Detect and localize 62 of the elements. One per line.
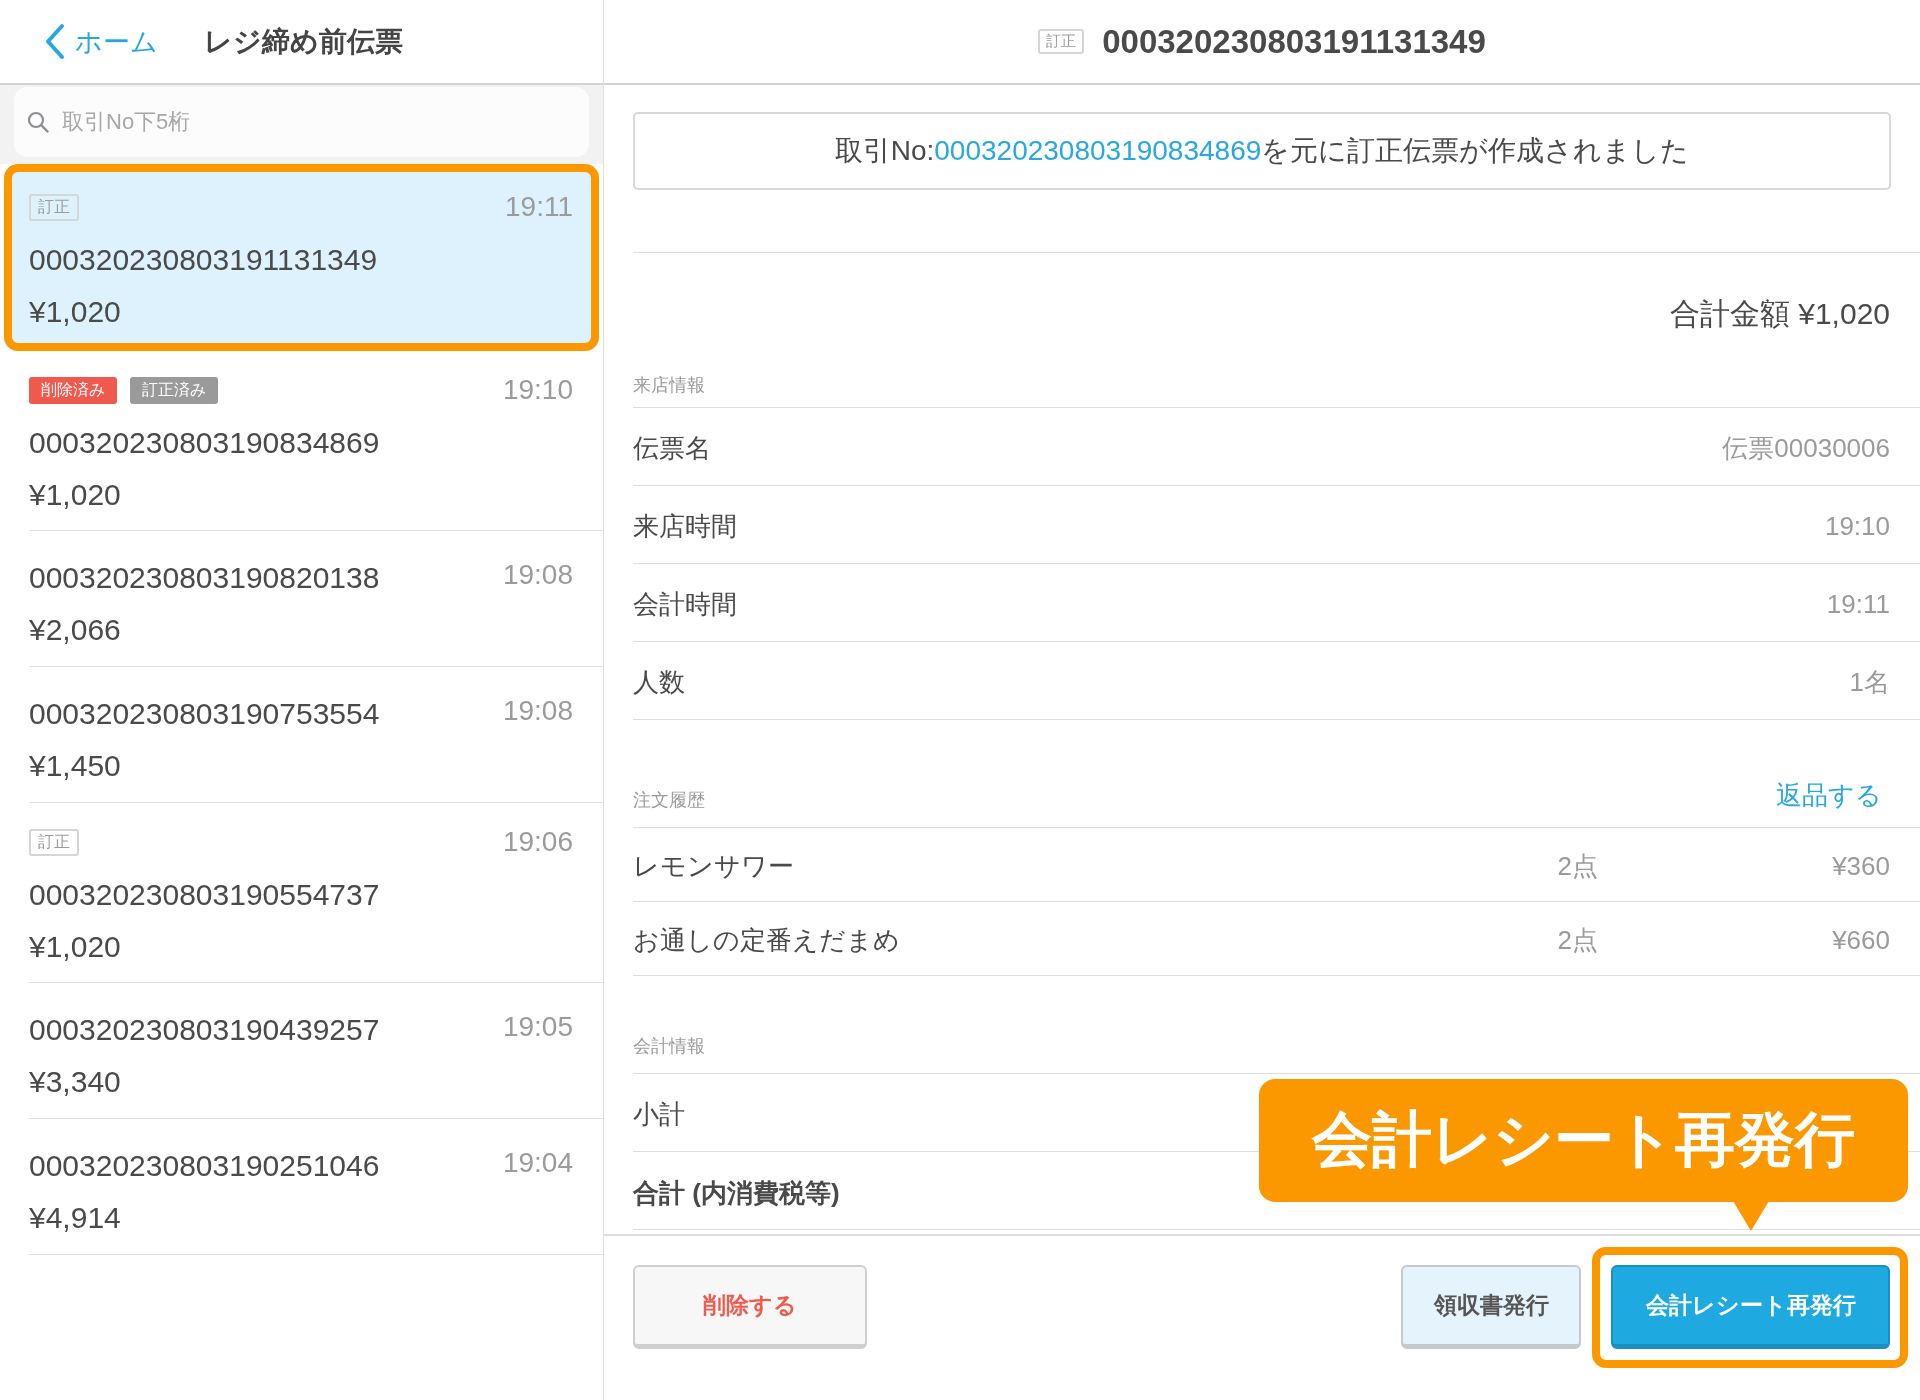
transaction-time: 19:08 — [502, 558, 573, 592]
field-label: 人数 — [633, 666, 685, 699]
transaction-amount: ¥1,020 — [29, 478, 121, 511]
correction-tag: 訂正 — [1038, 29, 1085, 54]
section-heading: 会計情報 — [633, 1035, 705, 1058]
field-label: 伝票名 — [633, 432, 711, 465]
item-quantity: 2点 — [1557, 850, 1598, 883]
status-tag: 訂正済み — [130, 376, 218, 404]
item-quantity: 2点 — [1557, 924, 1598, 957]
transaction-time: 19:11 — [505, 191, 573, 223]
action-button[interactable]: 領収書発行 — [1401, 1265, 1581, 1349]
callout: 会計レシート再発行 — [1259, 1079, 1908, 1202]
transaction-time: 19:08 — [502, 694, 573, 728]
field-label: 小計 — [633, 1098, 685, 1131]
item-price: ¥360 — [1832, 851, 1890, 882]
search-icon — [27, 111, 49, 133]
chevron-left-icon — [44, 23, 65, 60]
field-label: 来店時間 — [633, 510, 737, 543]
total-amount: 合計金額 ¥1,020 — [1669, 296, 1890, 332]
transaction-number: 000320230803190554737 — [29, 878, 380, 911]
correction-tag: 訂正 — [29, 828, 79, 856]
field-value: 1名 — [1849, 666, 1890, 699]
correction-tag: 訂正 — [29, 193, 79, 221]
notice-text: 取引No:000320230803190834869を元に訂正伝票が作成されました — [834, 134, 1690, 168]
transaction-amount: ¥1,020 — [29, 295, 121, 328]
transaction-amount: ¥4,914 — [29, 1201, 121, 1234]
transaction-amount: ¥1,020 — [29, 930, 121, 963]
field-value: 19:11 — [1826, 589, 1890, 620]
field-label: 会計時間 — [633, 588, 737, 621]
transaction-time: 19:05 — [502, 1010, 573, 1044]
transaction-number: 000320230803190834869 — [29, 426, 380, 459]
transaction-list-item[interactable]: 削除済み 訂正済み 19:10 000320230803190834869 ¥1,020 — [29, 351, 603, 531]
transaction-number: 000320230803190251046 — [29, 1148, 380, 1184]
transaction-amount: ¥1,450 — [29, 749, 121, 782]
transaction-list-item[interactable]: 訂正 19:06 000320230803190554737 ¥1,020 — [29, 803, 603, 983]
transaction-time: 19:06 — [502, 826, 573, 858]
transaction-time: 19:04 — [502, 1146, 573, 1180]
transaction-number: 000320230803190753554 — [29, 696, 380, 732]
transaction-list-item[interactable]: 000320230803190820138 19:08 ¥2,066 — [29, 531, 603, 667]
status-tag: 削除済み — [29, 376, 117, 404]
transaction-list-item[interactable]: 000320230803190251046 19:04 ¥4,914 — [29, 1119, 603, 1255]
transaction-list-item[interactable]: 000320230803190439257 19:05 ¥3,340 — [29, 983, 603, 1119]
callout-tail-icon — [1733, 1201, 1769, 1231]
field-value: 19:10 — [1824, 511, 1890, 542]
section-heading: 注文履歴 — [633, 789, 705, 812]
item-name: レモンサワー — [633, 850, 794, 883]
field-value: 伝票00030006 — [1722, 432, 1890, 465]
transaction-amount: ¥3,340 — [29, 1065, 121, 1098]
item-price: ¥660 — [1832, 925, 1890, 956]
transaction-number: 000320230803190439257 — [29, 1012, 380, 1048]
transaction-number: 000320230803190820138 — [29, 560, 380, 596]
transaction-time: 19:10 — [502, 374, 573, 406]
section-heading: 来店情報 — [633, 374, 705, 397]
detail-title: 000320230803191131349 — [1102, 22, 1486, 61]
search-field[interactable]: 取引No下5桁 — [14, 87, 589, 157]
transaction-amount: ¥2,066 — [29, 613, 121, 646]
page-title: レジ締め前伝票 — [204, 24, 403, 59]
field-label: 合計 (内消費税等) — [633, 1176, 840, 1210]
item-name: お通しの定番えだまめ — [633, 924, 900, 957]
transaction-list-item[interactable]: 000320230803190753554 19:08 ¥1,450 — [29, 667, 603, 803]
transaction-list-item[interactable]: 訂正 19:11 000320230803191131349 ¥1,020 — [4, 164, 599, 351]
transaction-number: 000320230803191131349 — [29, 243, 378, 276]
